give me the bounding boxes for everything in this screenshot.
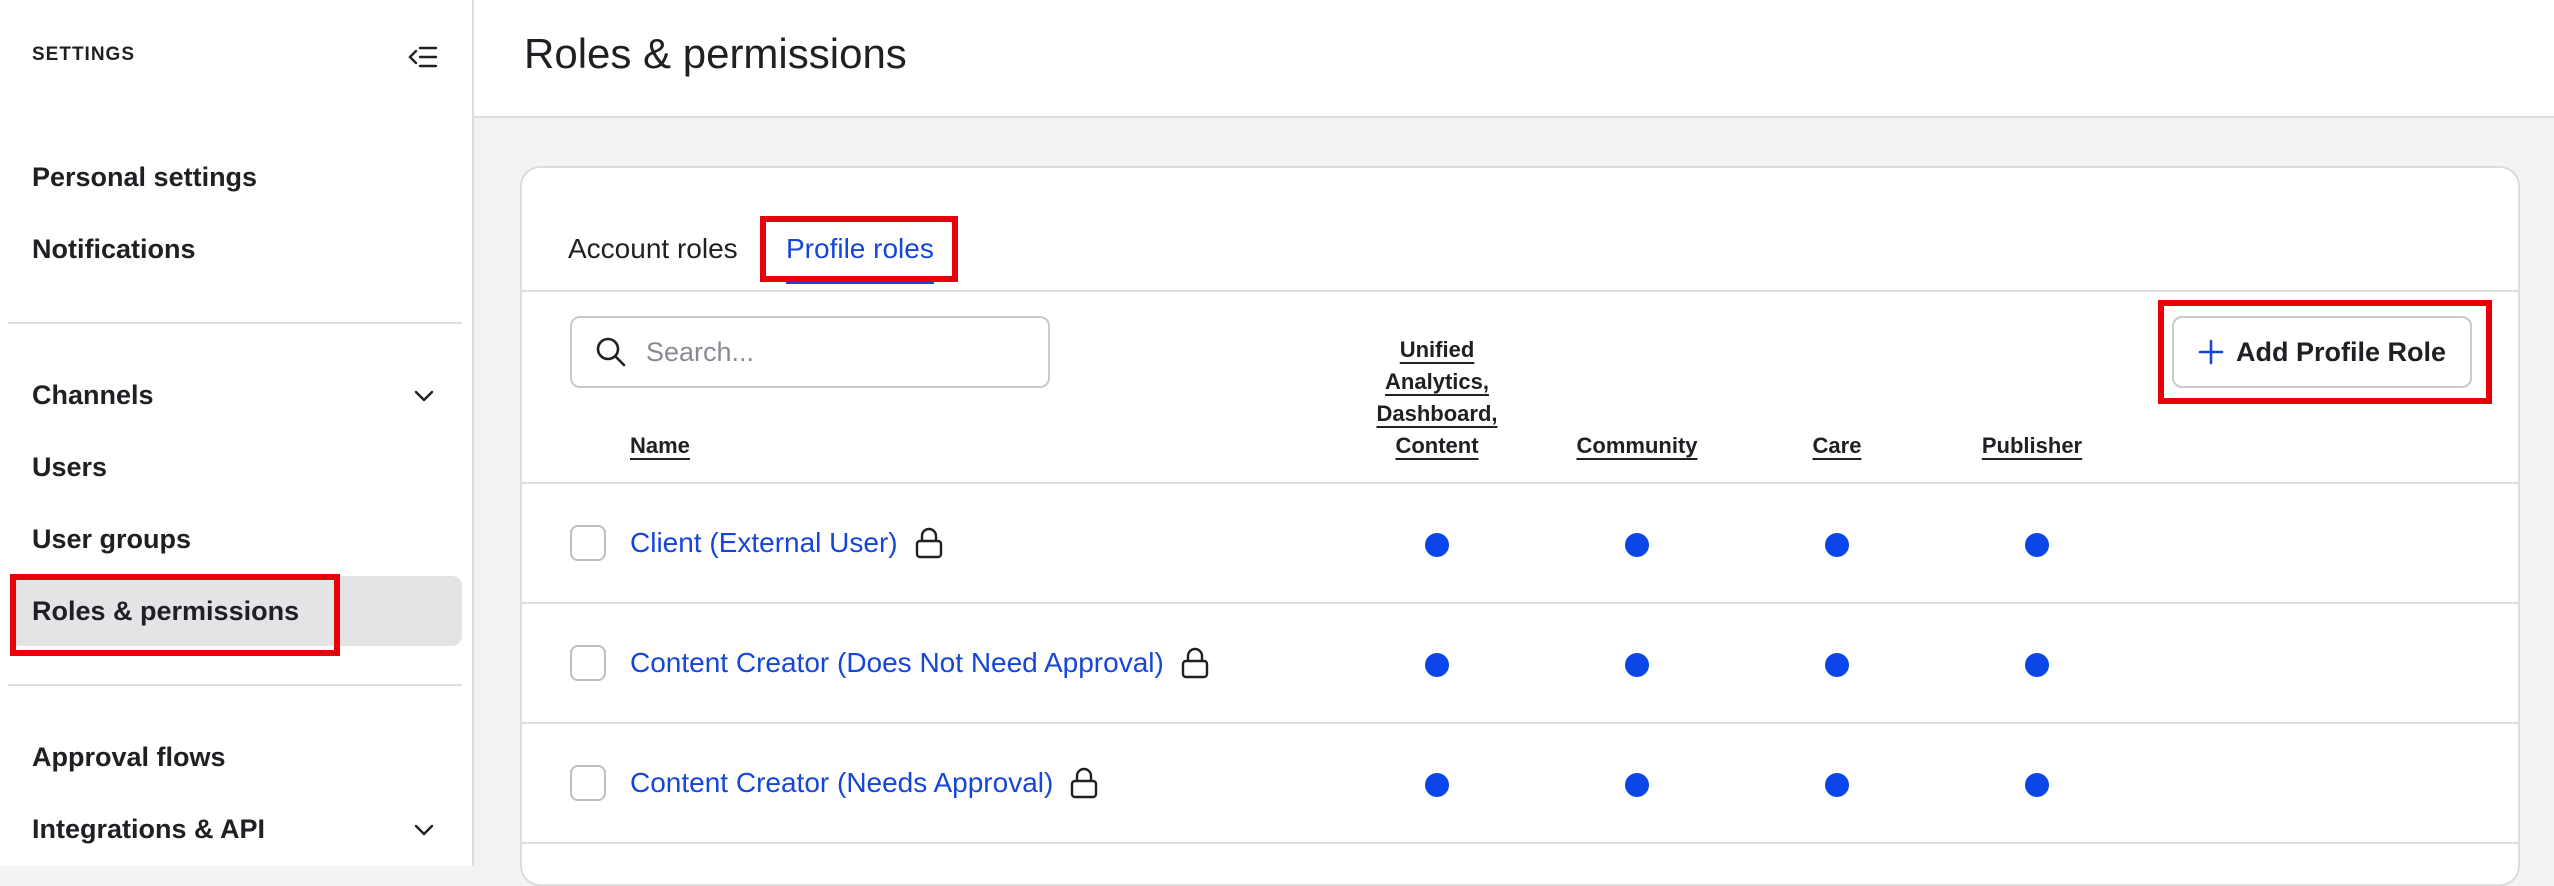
search-box[interactable] — [570, 316, 1050, 388]
plus-icon — [2198, 339, 2224, 365]
search-input[interactable] — [644, 335, 1028, 369]
column-header-unified-line: Content — [1395, 433, 1479, 458]
page-title: Roles & permissions — [524, 30, 907, 77]
settings-sidebar: SETTINGS Personal settings Notifications… — [0, 0, 474, 866]
sidebar-item-approval-flows[interactable]: Approval flows — [10, 722, 462, 792]
permission-dot-publisher — [2025, 773, 2049, 797]
permission-dot-unified — [1425, 773, 1449, 797]
sidebar-item-label: Approval flows — [32, 741, 226, 772]
sidebar-item-roles-permissions[interactable]: Roles & permissions — [10, 576, 462, 646]
lock-icon — [1071, 767, 1098, 799]
permission-dot-unified — [1425, 653, 1449, 677]
sidebar-item-personal-settings[interactable]: Personal settings — [10, 142, 462, 212]
permission-dot-unified — [1425, 533, 1449, 557]
sidebar-item-label: User groups — [32, 523, 192, 554]
permission-dot-publisher — [2025, 533, 2049, 557]
sidebar-divider — [8, 684, 462, 686]
role-name-link[interactable]: Content Creator (Needs Approval) — [630, 766, 1099, 800]
row-checkbox[interactable] — [570, 765, 606, 801]
add-profile-role-label: Add Profile Role — [2235, 336, 2446, 367]
column-header-community[interactable]: Community — [1557, 430, 1717, 462]
permission-dot-care — [1825, 533, 1849, 557]
role-name-link[interactable]: Client (External User) — [630, 526, 944, 560]
row-checkbox[interactable] — [570, 645, 606, 681]
sidebar-item-label: Channels — [32, 379, 154, 410]
column-header-unified-line: Unified — [1399, 337, 1475, 362]
active-tab-indicator — [786, 280, 934, 284]
lock-icon — [1181, 647, 1209, 679]
table-row[interactable]: Client (External User) — [522, 484, 2518, 604]
lock-icon — [915, 527, 942, 559]
sidebar-item-label: Users — [32, 451, 108, 482]
chevron-down-icon — [414, 824, 434, 836]
sidebar-item-label: Roles & permissions — [32, 595, 300, 626]
tab-profile-roles[interactable]: Profile roles — [786, 233, 934, 265]
collapse-sidebar-icon[interactable] — [406, 40, 440, 74]
add-profile-role-button[interactable]: Add Profile Role — [2172, 316, 2472, 388]
role-name: Content Creator (Needs Approval) — [630, 767, 1054, 798]
table-row[interactable]: Content Creator (Needs Approval) — [522, 724, 2518, 844]
permission-dot-community — [1625, 773, 1649, 797]
role-name-link[interactable]: Content Creator (Does Not Need Approval) — [630, 646, 1210, 680]
tabs-divider — [522, 290, 2518, 292]
permission-dot-care — [1825, 773, 1849, 797]
column-header-unified-line: Analytics, — [1385, 369, 1489, 394]
column-header-publisher[interactable]: Publisher — [1957, 430, 2107, 462]
sidebar-item-channels[interactable]: Channels — [10, 360, 462, 430]
row-checkbox[interactable] — [570, 525, 606, 561]
role-name: Content Creator (Does Not Need Approval) — [630, 647, 1164, 678]
permission-dot-community — [1625, 533, 1649, 557]
sidebar-item-integrations-api[interactable]: Integrations & API — [10, 794, 462, 864]
column-header-name[interactable]: Name — [630, 430, 690, 462]
sidebar-item-label: Integrations & API — [32, 813, 266, 844]
sidebar-item-label: Notifications — [32, 233, 196, 264]
roles-card: Account roles Profile roles Add Profile … — [520, 166, 2520, 886]
column-header-unified-line: Dashboard, — [1376, 401, 1498, 426]
sidebar-item-users[interactable]: Users — [10, 432, 462, 502]
permission-dot-community — [1625, 653, 1649, 677]
sidebar-item-notifications[interactable]: Notifications — [10, 214, 462, 284]
sidebar-header: SETTINGS — [32, 44, 136, 65]
permission-dot-publisher — [2025, 653, 2049, 677]
sidebar-divider — [8, 322, 462, 324]
sidebar-item-user-groups[interactable]: User groups — [10, 504, 462, 574]
chevron-down-icon — [414, 390, 434, 402]
column-header-care[interactable]: Care — [1777, 430, 1897, 462]
search-icon — [596, 337, 626, 367]
page-header: Roles & permissions — [474, 0, 2554, 118]
table-row[interactable]: Content Creator (Does Not Need Approval) — [522, 604, 2518, 724]
sidebar-item-label: Personal settings — [32, 161, 258, 192]
role-name: Client (External User) — [630, 527, 898, 558]
column-header-unified[interactable]: Unified Analytics, Dashboard, Content — [1362, 334, 1512, 462]
permission-dot-care — [1825, 653, 1849, 677]
tab-account-roles[interactable]: Account roles — [568, 233, 738, 265]
